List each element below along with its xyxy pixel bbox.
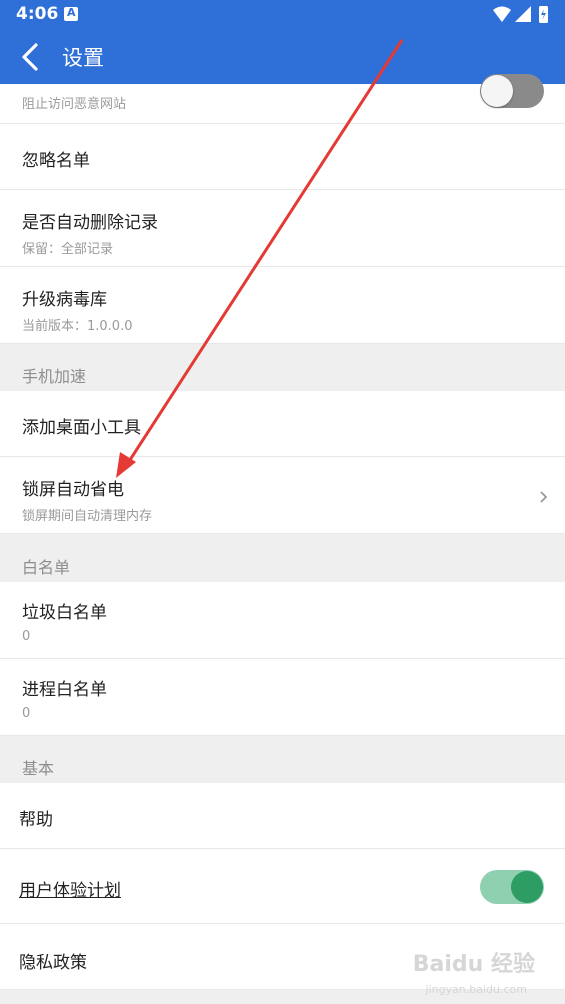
user-experience-title: 用户体验计划 bbox=[19, 881, 121, 901]
junk-whitelist-row[interactable]: 垃圾白名单 0 bbox=[0, 582, 565, 659]
ignore-list-title: 忽略名单 bbox=[22, 151, 90, 171]
add-widget-title: 添加桌面小工具 bbox=[22, 418, 141, 438]
watermark-logo: Baidu 经验 bbox=[412, 952, 535, 977]
process-whitelist-title: 进程白名单 bbox=[22, 680, 107, 700]
lock-power-subtitle: 锁屏期间自动清理内存 bbox=[22, 509, 153, 524]
help-row[interactable]: 帮助 bbox=[0, 783, 565, 849]
block-malicious-toggle[interactable] bbox=[480, 70, 544, 108]
wifi-icon bbox=[493, 6, 511, 22]
block-malicious-subtitle: 阻止访问恶意网站 bbox=[22, 97, 127, 112]
section-label: 白名单 bbox=[22, 558, 71, 577]
section-phone-speedup: 手机加速 bbox=[0, 344, 565, 391]
lock-power-row[interactable]: 锁屏自动省电 锁屏期间自动清理内存 bbox=[0, 457, 565, 534]
process-whitelist-count: 0 bbox=[22, 706, 31, 721]
page-title: 设置 bbox=[62, 46, 104, 70]
auto-delete-row[interactable]: 是否自动删除记录 保留：全部记录 bbox=[0, 190, 565, 267]
junk-whitelist-title: 垃圾白名单 bbox=[22, 603, 107, 623]
section-basic: 基本 bbox=[0, 736, 565, 783]
virus-db-title: 升级病毒库 bbox=[22, 290, 107, 310]
virus-db-subtitle: 当前版本：1.0.0.0 bbox=[22, 319, 133, 334]
add-widget-row[interactable]: 添加桌面小工具 bbox=[0, 391, 565, 457]
junk-whitelist-count: 0 bbox=[22, 629, 31, 644]
auto-delete-subtitle: 保留：全部记录 bbox=[22, 242, 114, 257]
chevron-right-icon bbox=[540, 491, 548, 503]
back-button[interactable] bbox=[12, 37, 52, 77]
user-experience-toggle[interactable] bbox=[480, 866, 544, 904]
auto-delete-title: 是否自动删除记录 bbox=[22, 213, 158, 233]
help-title: 帮助 bbox=[19, 810, 53, 830]
watermark-url: jingyan.baidu.com bbox=[425, 983, 527, 996]
settings-list: 阻止访问恶意网站 忽略名单 是否自动删除记录 保留：全部记录 升级病毒库 当前版… bbox=[0, 74, 565, 1004]
process-whitelist-row[interactable]: 进程白名单 0 bbox=[0, 659, 565, 736]
virus-db-row[interactable]: 升级病毒库 当前版本：1.0.0.0 bbox=[0, 267, 565, 344]
privacy-title: 隐私政策 bbox=[19, 953, 87, 973]
status-bar: 4:06 bbox=[0, 0, 565, 30]
section-label: 手机加速 bbox=[22, 367, 87, 386]
block-malicious-row[interactable]: 阻止访问恶意网站 bbox=[0, 74, 565, 124]
back-arrow-icon bbox=[22, 43, 38, 71]
status-icons bbox=[493, 6, 548, 23]
lock-power-title: 锁屏自动省电 bbox=[22, 480, 124, 500]
section-label: 基本 bbox=[22, 759, 55, 778]
notification-a-icon bbox=[64, 6, 78, 21]
signal-icon bbox=[515, 6, 531, 22]
ignore-list-row[interactable]: 忽略名单 bbox=[0, 124, 565, 190]
section-whitelist: 白名单 bbox=[0, 534, 565, 582]
user-experience-row[interactable]: 用户体验计划 bbox=[0, 849, 565, 924]
status-time: 4:06 bbox=[16, 4, 59, 24]
